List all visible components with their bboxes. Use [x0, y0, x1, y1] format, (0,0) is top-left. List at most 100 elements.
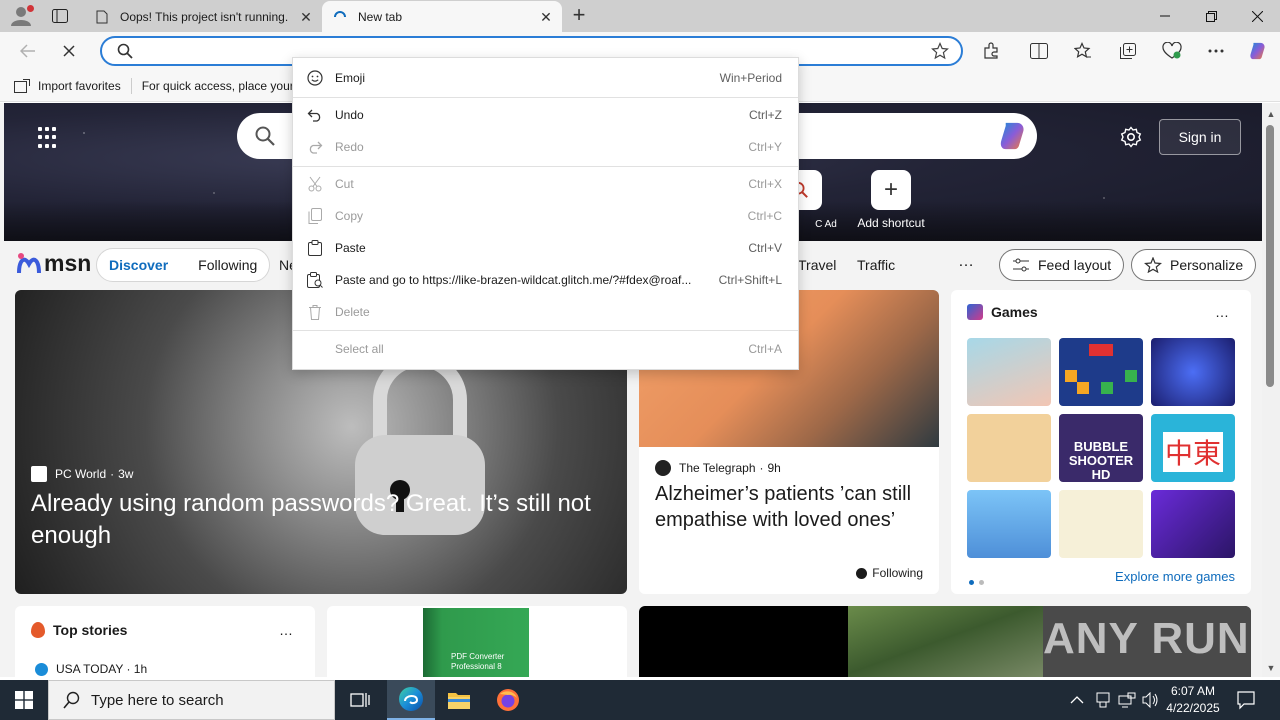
cut-icon: [307, 176, 323, 192]
copy-icon: [307, 208, 323, 224]
menu-shortcut: Ctrl+A: [748, 342, 782, 356]
menu-label: Copy: [335, 209, 364, 223]
telegraph-logo-icon: [655, 460, 671, 476]
copilot-search-icon[interactable]: [997, 120, 1029, 152]
pdf-product-text: PDF Converter Professional 8: [451, 652, 505, 671]
msn-butterfly-icon: [17, 252, 41, 273]
top-stories-more-icon[interactable]: …: [279, 622, 293, 638]
clock-date: 4/22/2025: [1166, 701, 1220, 715]
restore-icon[interactable]: [1188, 0, 1234, 32]
menu-item-paste[interactable]: Paste Ctrl+V: [293, 234, 798, 262]
menu-label: Cut: [335, 177, 354, 191]
favorites-icon[interactable]: [1073, 41, 1093, 61]
game-tile[interactable]: 中東: [1151, 414, 1235, 482]
top-stories-title: Top stories: [53, 622, 128, 638]
tab-close-icon[interactable]: ✕: [538, 9, 554, 25]
file-explorer-icon[interactable]: [435, 680, 483, 720]
taskbar-search-placeholder: Type here to search: [91, 691, 224, 709]
collections-icon[interactable]: [1118, 41, 1138, 61]
add-shortcut-button[interactable]: + Add shortcut: [851, 170, 931, 230]
profile-avatar-icon[interactable]: [10, 5, 34, 26]
nav-more-icon[interactable]: …: [958, 253, 975, 271]
tab-oops[interactable]: Oops! This project isn't running. ✕: [84, 1, 322, 32]
game-tile[interactable]: BUBBLE SHOOTER HD: [1059, 414, 1143, 482]
close-window-icon[interactable]: [1234, 0, 1280, 32]
plus-icon: +: [871, 170, 911, 210]
games-title: Games: [991, 304, 1038, 320]
tab-close-icon[interactable]: ✕: [298, 9, 314, 25]
app-launcher-icon[interactable]: [38, 127, 60, 149]
game-tile[interactable]: [1059, 338, 1143, 406]
favorites-hint-text: For quick access, place your: [141, 78, 294, 93]
scrollbar-thumb[interactable]: [1266, 125, 1274, 387]
pdf-ad-card[interactable]: PDF Converter Professional 8: [327, 606, 627, 677]
menu-separator: [293, 166, 798, 167]
menu-label: Emoji: [335, 71, 366, 85]
tab-discover[interactable]: Discover: [109, 257, 168, 273]
minimize-icon[interactable]: [1142, 0, 1188, 32]
paste-icon: [307, 240, 323, 256]
system-clock[interactable]: 6:07 AM 4/22/2025: [1158, 683, 1228, 717]
import-favorites-button[interactable]: Import favorites: [14, 78, 121, 93]
page-scrollbar[interactable]: ▲ ▼: [1262, 103, 1280, 677]
following-badge[interactable]: Following: [856, 566, 923, 580]
pdf-product-box: PDF Converter Professional 8: [423, 608, 529, 677]
scroll-up-icon[interactable]: ▲: [1266, 109, 1276, 119]
edge-taskbar-icon[interactable]: [387, 680, 435, 720]
menu-shortcut: Ctrl+X: [748, 177, 782, 191]
menu-item-emoji[interactable]: Emoji Win+Period: [293, 64, 798, 92]
more-menu-icon[interactable]: [1206, 41, 1226, 61]
following-label: Following: [872, 566, 923, 580]
nav-link-traffic[interactable]: Traffic: [857, 257, 895, 273]
extensions-icon[interactable]: [981, 41, 1001, 61]
firefox-icon[interactable]: [484, 680, 532, 720]
copilot-icon[interactable]: [1248, 41, 1268, 61]
start-windows-icon[interactable]: [0, 680, 48, 720]
tab-actions-icon[interactable]: [48, 6, 72, 26]
settings-gear-icon[interactable]: [1120, 126, 1142, 148]
tab-following[interactable]: Following: [198, 257, 257, 273]
network-icon[interactable]: [1118, 680, 1136, 720]
game-tile[interactable]: [1151, 338, 1235, 406]
security-tray-icon[interactable]: [1096, 680, 1110, 720]
top-story-item[interactable]: USA TODAY · 1h: [35, 662, 147, 676]
menu-shortcut: Ctrl+Z: [749, 108, 782, 122]
feed-tabs: Discover Following: [96, 248, 271, 282]
favorite-star-icon[interactable]: [931, 42, 949, 60]
undo-icon: [307, 107, 323, 123]
notification-center-icon[interactable]: [1236, 690, 1256, 710]
game-tile[interactable]: [1151, 490, 1235, 558]
top-stories-card: Top stories … USA TODAY · 1h: [15, 606, 315, 677]
game-tile[interactable]: [1059, 490, 1143, 558]
carousel-dots[interactable]: [969, 574, 989, 588]
explore-more-games-link[interactable]: Explore more games: [1115, 569, 1235, 584]
games-more-icon[interactable]: …: [1215, 304, 1229, 320]
scroll-down-icon[interactable]: ▼: [1266, 663, 1276, 673]
sign-in-button[interactable]: Sign in: [1159, 119, 1241, 155]
show-hidden-icons[interactable]: [1070, 680, 1084, 720]
tab-new-tab[interactable]: New tab ✕: [322, 1, 562, 32]
msn-logo[interactable]: msn: [16, 250, 91, 277]
menu-item-undo[interactable]: Undo Ctrl+Z: [293, 101, 798, 129]
story-headline[interactable]: Alzheimer’s patients ’can still empathis…: [655, 481, 930, 533]
browser-essentials-icon[interactable]: [1162, 41, 1182, 61]
nav-link-travel[interactable]: Travel: [798, 257, 836, 273]
menu-item-cut: Cut Ctrl+X: [293, 170, 798, 198]
game-tile[interactable]: [967, 338, 1051, 406]
story-headline[interactable]: Already using random passwords? Great. I…: [31, 488, 621, 552]
taskbar-search-box[interactable]: Type here to search: [48, 680, 335, 720]
feed-layout-button[interactable]: Feed layout: [999, 249, 1125, 281]
task-view-icon[interactable]: [336, 680, 384, 720]
pcworld-logo-icon: [31, 466, 47, 482]
split-screen-icon[interactable]: [1029, 41, 1049, 61]
favorites-divider: [130, 77, 132, 94]
menu-item-paste-and-go[interactable]: Paste and go to https://like-brazen-wild…: [293, 266, 798, 294]
back-arrow-icon[interactable]: [17, 40, 39, 62]
game-tile[interactable]: [967, 490, 1051, 558]
new-tab-plus-icon[interactable]: +: [568, 4, 590, 27]
stop-loading-icon[interactable]: [58, 40, 80, 62]
video-card[interactable]: ANY RUN: [639, 606, 1251, 677]
personalize-button[interactable]: Personalize: [1131, 249, 1257, 281]
story-source: The Telegraph · 9h: [655, 460, 781, 476]
game-tile[interactable]: [967, 414, 1051, 482]
